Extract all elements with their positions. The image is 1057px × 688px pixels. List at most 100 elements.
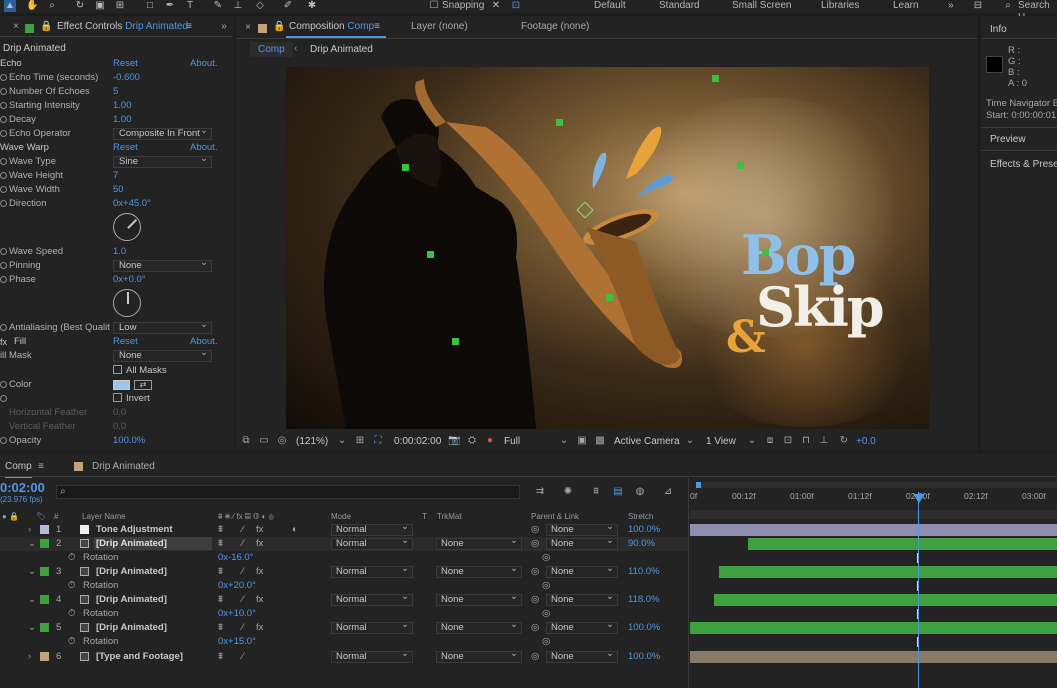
selection-tool-icon[interactable]: ▲ bbox=[4, 0, 16, 12]
close-panel-icon[interactable]: × bbox=[242, 22, 254, 34]
echo-effect-header[interactable]: Echo Reset About. bbox=[0, 57, 228, 71]
view-layout-dropdown[interactable]: 1 View bbox=[706, 436, 736, 447]
echo-time-value[interactable]: -0.600 bbox=[113, 71, 140, 85]
phase-value[interactable]: 0x+0.0° bbox=[113, 273, 146, 287]
layer-row-4[interactable]: ⌄ 4 [Drip Animated] ⩩ ⁄ fx Normal None ◎… bbox=[0, 592, 688, 607]
camera-tool-icon[interactable]: ▣ bbox=[94, 0, 106, 12]
grid-icon[interactable]: ⊞ bbox=[354, 435, 366, 447]
roto-brush-tool-icon[interactable]: ✐ bbox=[282, 0, 294, 12]
lock-icon[interactable]: 🔒 bbox=[273, 21, 285, 33]
starting-intensity-value[interactable]: 1.00 bbox=[113, 99, 132, 113]
shy-switch-icon[interactable]: ⩩ bbox=[218, 565, 223, 579]
workspace-small-screen[interactable]: Small Screen bbox=[732, 0, 791, 12]
color-channels-icon[interactable]: ● bbox=[484, 435, 496, 447]
blend-mode-dropdown[interactable]: Normal bbox=[331, 592, 413, 606]
work-area-start-handle[interactable] bbox=[696, 482, 701, 488]
stretch-value[interactable]: 100.0% bbox=[628, 523, 660, 537]
wave-type-dropdown[interactable]: Sine bbox=[113, 154, 212, 168]
expression-pick-whip-icon[interactable]: ◎ bbox=[542, 579, 550, 593]
motion-point[interactable] bbox=[402, 164, 409, 171]
layer-name[interactable]: [Drip Animated] bbox=[94, 537, 212, 550]
adjustment-switch-icon[interactable]: ◐ bbox=[292, 523, 298, 537]
stopwatch-icon[interactable] bbox=[0, 276, 7, 283]
chevron-down-icon[interactable]: ⌄ bbox=[684, 435, 696, 447]
antialiasing-dropdown[interactable]: Low bbox=[113, 320, 212, 334]
layer-name[interactable]: [Drip Animated] bbox=[96, 621, 167, 635]
wave-speed-value[interactable]: 1.0 bbox=[113, 245, 126, 259]
fx-switch-icon[interactable]: fx bbox=[256, 593, 263, 607]
fill-mask-dropdown[interactable]: None bbox=[113, 348, 212, 362]
snap-grid-icon[interactable]: ⊡ bbox=[510, 0, 522, 12]
quality-switch-icon[interactable]: ⁄ bbox=[242, 650, 244, 664]
layer-color-label[interactable] bbox=[40, 595, 49, 604]
quality-switch-icon[interactable]: ⁄ bbox=[242, 621, 244, 635]
motion-blur-icon[interactable]: ◍ bbox=[634, 486, 646, 498]
composition-viewer[interactable]: Bop & Skip bbox=[286, 67, 929, 429]
always-preview-icon[interactable]: ⧉ bbox=[240, 435, 252, 447]
snap-options-icon[interactable]: ✕ bbox=[490, 0, 502, 12]
panel-menu-icon[interactable]: ≡ bbox=[183, 21, 195, 33]
stopwatch-icon[interactable] bbox=[0, 116, 7, 123]
layer-color-label[interactable] bbox=[40, 652, 49, 661]
layer-bar-4[interactable] bbox=[714, 594, 1057, 606]
stopwatch-icon[interactable] bbox=[0, 158, 7, 165]
snapshot-icon[interactable]: 📷 bbox=[448, 435, 460, 447]
lock-icon[interactable]: 🔒 bbox=[40, 21, 52, 33]
stopwatch-icon[interactable] bbox=[0, 186, 7, 193]
zoom-dropdown[interactable]: (121%) bbox=[296, 436, 328, 447]
layer-row-5[interactable]: ⌄ 5 [Drip Animated] ⩩ ⁄ fx Normal None ◎… bbox=[0, 620, 688, 635]
work-area-bar[interactable] bbox=[696, 482, 1057, 488]
trkmat-dropdown[interactable]: None bbox=[436, 649, 522, 663]
fast-preview-icon[interactable]: ⊡ bbox=[782, 435, 794, 447]
rotate-tool-icon[interactable]: ↻ bbox=[74, 0, 86, 12]
blend-mode-dropdown[interactable]: Normal bbox=[331, 620, 413, 634]
quality-switch-icon[interactable]: ⁄ bbox=[242, 523, 244, 537]
layer-color-label[interactable] bbox=[40, 567, 49, 576]
layer-bar-2[interactable] bbox=[748, 538, 1057, 550]
stopwatch-icon[interactable] bbox=[0, 248, 7, 255]
info-tab[interactable]: Info bbox=[990, 24, 1007, 35]
layer-bar-6[interactable] bbox=[690, 651, 1057, 663]
stopwatch-icon[interactable] bbox=[0, 172, 7, 179]
layer-bar-3[interactable] bbox=[719, 566, 1057, 578]
timeline-drip-tab[interactable]: Drip Animated bbox=[92, 461, 155, 472]
mask-visibility-icon[interactable]: ⛶ bbox=[372, 435, 384, 447]
stopwatch-icon[interactable] bbox=[0, 324, 7, 331]
fx-switch-icon[interactable]: fx bbox=[256, 523, 263, 537]
stopwatch-icon[interactable] bbox=[0, 437, 7, 444]
puppet-tool-icon[interactable]: ✱ bbox=[306, 0, 318, 12]
wave-width-value[interactable]: 50 bbox=[113, 183, 124, 197]
workspace-libraries[interactable]: Libraries bbox=[821, 0, 859, 12]
fx-switch-icon[interactable]: fx bbox=[256, 565, 263, 579]
toggle-pixel-aspect-icon[interactable]: ⧈ bbox=[764, 435, 776, 447]
parent-dropdown[interactable]: None bbox=[546, 564, 618, 578]
brush-tool-icon[interactable]: ✎ bbox=[212, 0, 224, 12]
invert-checkbox[interactable]: Invert bbox=[113, 392, 150, 406]
stopwatch-icon[interactable] bbox=[0, 130, 7, 137]
layer-name[interactable]: [Drip Animated] bbox=[96, 565, 167, 579]
workspace-menu-icon[interactable]: ⊟ bbox=[972, 0, 984, 12]
all-masks-checkbox[interactable]: All Masks bbox=[113, 364, 167, 378]
opacity-value[interactable]: 100.0% bbox=[113, 434, 145, 448]
collapse-arrow-icon[interactable]: ⌄ bbox=[28, 537, 36, 551]
pick-whip-icon[interactable]: ◎ bbox=[531, 523, 539, 537]
collapse-arrow-icon[interactable]: ⌄ bbox=[28, 593, 36, 607]
trkmat-dropdown[interactable]: None bbox=[436, 592, 522, 606]
parent-dropdown[interactable]: None bbox=[546, 592, 618, 606]
motion-point[interactable] bbox=[606, 294, 613, 301]
layer-tab[interactable]: Layer (none) bbox=[411, 21, 468, 32]
effect-controls-tab[interactable]: Effect Controls Drip Animated bbox=[57, 21, 188, 32]
reset-exposure-icon[interactable]: ↻ bbox=[838, 435, 850, 447]
clone-stamp-tool-icon[interactable]: ⊥ bbox=[232, 0, 244, 12]
graph-editor-icon[interactable]: ⊿ bbox=[662, 486, 674, 498]
motion-point[interactable] bbox=[452, 338, 459, 345]
hand-tool-icon[interactable]: ✋ bbox=[26, 0, 38, 12]
breadcrumb-comp[interactable]: Comp bbox=[250, 42, 293, 57]
motion-point[interactable] bbox=[762, 249, 769, 256]
decay-value[interactable]: 1.00 bbox=[113, 113, 132, 127]
region-of-interest-icon[interactable]: ▣ bbox=[576, 435, 588, 447]
layer-bar-5[interactable] bbox=[690, 622, 1057, 634]
stopwatch-icon[interactable] bbox=[0, 381, 7, 388]
pick-whip-icon[interactable]: ◎ bbox=[531, 621, 539, 635]
pen-tool-icon[interactable]: ✒ bbox=[164, 0, 176, 12]
